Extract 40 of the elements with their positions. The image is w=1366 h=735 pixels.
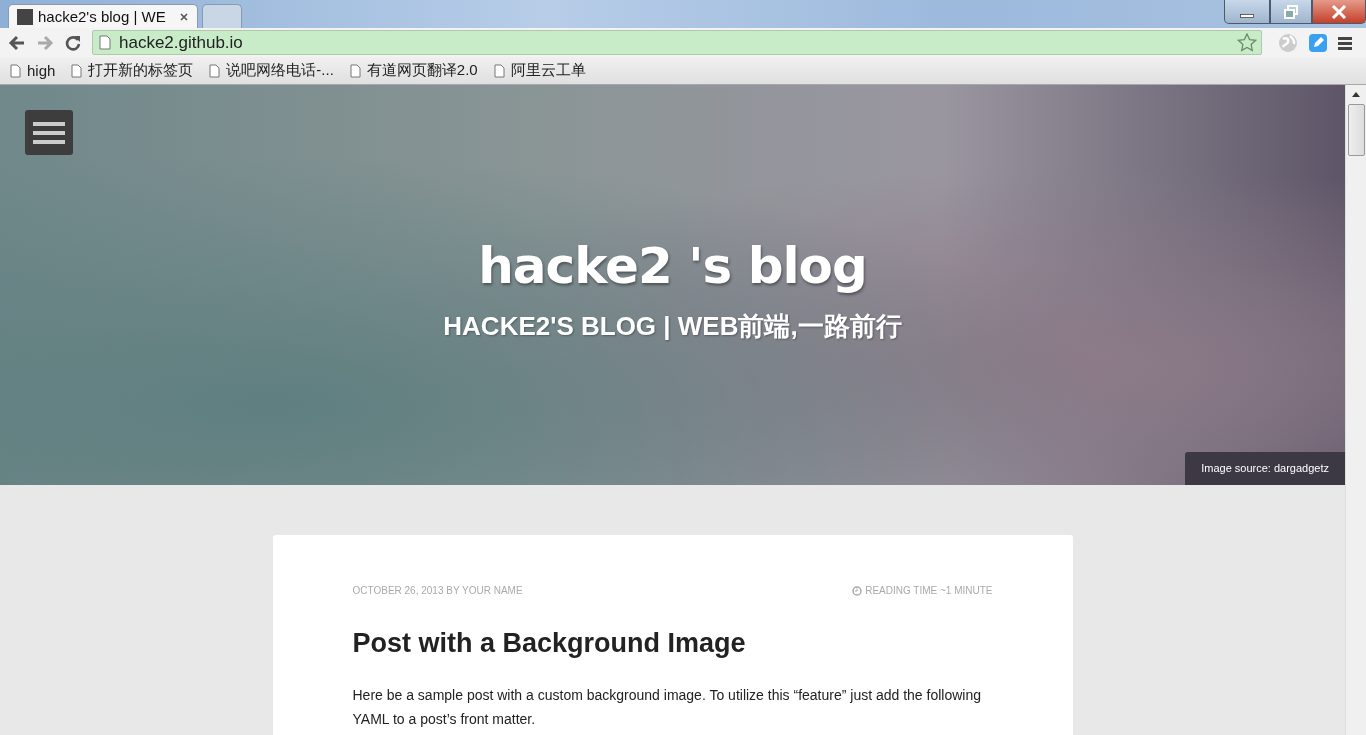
reading-time: READING TIME ~1 MINUTE — [865, 585, 993, 596]
tab-title: hacke2's blog | WE — [38, 8, 167, 25]
minimize-button[interactable] — [1224, 0, 1270, 24]
post-title: Post with a Background Image — [352, 628, 747, 659]
image-credit: Image source: dargadgetz — [1185, 452, 1345, 485]
close-button[interactable] — [1312, 0, 1366, 24]
page-icon — [493, 63, 505, 78]
restore-icon — [1283, 4, 1299, 19]
pencil-icon[interactable] — [1308, 32, 1328, 53]
url-text: hacke2.github.io — [119, 32, 244, 53]
scroll-thumb[interactable] — [1347, 104, 1365, 156]
page-icon — [99, 35, 111, 50]
bookmark-link[interactable]: 打开新的标签页 — [71, 61, 194, 80]
page-icon — [349, 63, 361, 78]
restore-button[interactable] — [1270, 0, 1312, 24]
minimize-icon — [1240, 13, 1254, 18]
tab-close-icon[interactable] — [179, 11, 189, 22]
menu-icon[interactable] — [1338, 35, 1352, 50]
blog-subtitle: HACKE2'S BLOG | WEB前端,一路前行 — [443, 309, 902, 343]
scroll-up-icon[interactable] — [1351, 90, 1361, 98]
bookmark-link[interactable]: 说吧网络电话-... — [209, 61, 334, 80]
page-icon — [10, 63, 21, 78]
address-field[interactable]: hacke2.github.io — [92, 30, 1262, 55]
clock-icon — [852, 585, 863, 596]
bookmark-link[interactable]: high — [10, 62, 56, 79]
back-icon[interactable] — [8, 34, 26, 51]
browser-tab[interactable]: hacke2's blog | WE — [8, 4, 198, 28]
favicon-icon — [17, 8, 33, 25]
reload-icon[interactable] — [64, 33, 82, 52]
close-icon — [1330, 4, 1348, 19]
post-meta: OCTOBER 26, 2013 BY YOUR NAME — [352, 585, 523, 596]
blog-title: hacke2 's blog — [478, 236, 867, 295]
bookmark-link[interactable]: 阿里云工单 — [493, 61, 586, 80]
scrollbar[interactable] — [1345, 85, 1366, 735]
page-icon — [71, 63, 83, 78]
page-icon — [209, 63, 221, 78]
menu-button[interactable] — [25, 110, 73, 155]
star-icon[interactable] — [1237, 33, 1257, 52]
bookmark-link[interactable]: 有道网页翻译2.0 — [349, 61, 478, 80]
post-body: Here be a sample post with a custom background image. To utilize this “feature” just add the following YAML to a post’s front matter. — [352, 686, 983, 729]
